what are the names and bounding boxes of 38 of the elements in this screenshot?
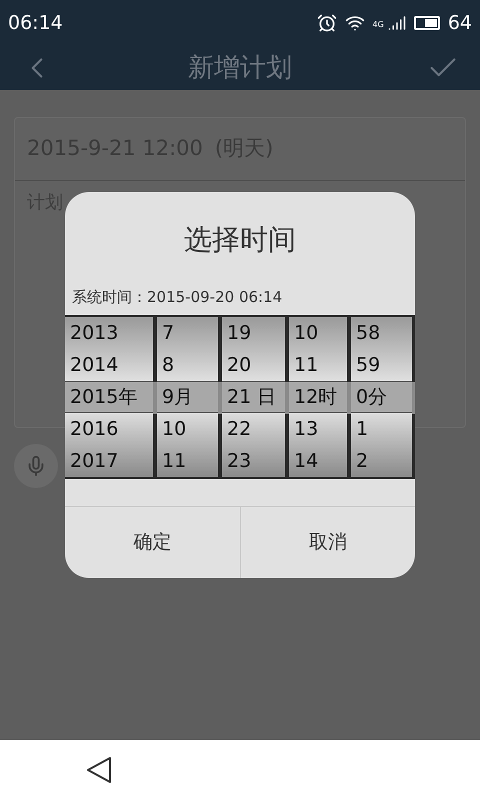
wheel-item[interactable]: 9月 [157, 381, 218, 413]
battery-icon [414, 16, 440, 30]
wheel-item[interactable]: 2014 [65, 349, 153, 381]
wheel-item[interactable]: 8 [157, 349, 218, 381]
alarm-icon [316, 13, 337, 33]
battery-level: 64 [448, 10, 472, 36]
status-time: 06:14 [8, 10, 63, 36]
network-type: 4G [372, 20, 384, 29]
mic-button[interactable] [14, 444, 58, 488]
wheel-item[interactable]: 59 [351, 349, 412, 381]
dialog-title: 选择时间 [184, 222, 296, 258]
wheel-item[interactable]: 21 日 [222, 381, 285, 413]
wheel-item[interactable]: 20 [222, 349, 285, 381]
back-icon[interactable] [86, 756, 112, 784]
dialog-button[interactable]: 确定 [65, 507, 240, 578]
wheel-item[interactable]: 11 [289, 349, 347, 381]
wheel-item[interactable]: 22 [222, 413, 285, 445]
system-time: 系统时间：2015-09-20 06:14 [72, 287, 282, 308]
wheel-item[interactable]: 2015年 [65, 381, 153, 413]
wheel-item[interactable]: 10 [157, 413, 218, 445]
wheel-item[interactable]: 12时 [289, 381, 347, 413]
wheel-item[interactable]: 13 [289, 413, 347, 445]
wheel-item[interactable]: 10 [289, 317, 347, 349]
wheel-item[interactable]: 23 [222, 445, 285, 477]
signal-icon [388, 14, 406, 32]
wheel-item[interactable]: 2016 [65, 413, 153, 445]
wheel-item[interactable]: 1 [351, 413, 412, 445]
wheel-item[interactable]: 14 [289, 445, 347, 477]
wheel-item[interactable]: 2013 [65, 317, 153, 349]
page-title: 新增计划 [188, 52, 292, 84]
wheel-item[interactable]: 19 [222, 317, 285, 349]
wheel-item[interactable]: 2 [351, 445, 412, 477]
wheel-item[interactable]: 2017 [65, 445, 153, 477]
wheel-item[interactable]: 0分 [351, 381, 412, 413]
wheel-item[interactable]: 11 [157, 445, 218, 477]
wheel-item[interactable]: 7 [157, 317, 218, 349]
wheel-item[interactable]: 58 [351, 317, 412, 349]
dialog-button[interactable]: 取消 [240, 507, 415, 578]
